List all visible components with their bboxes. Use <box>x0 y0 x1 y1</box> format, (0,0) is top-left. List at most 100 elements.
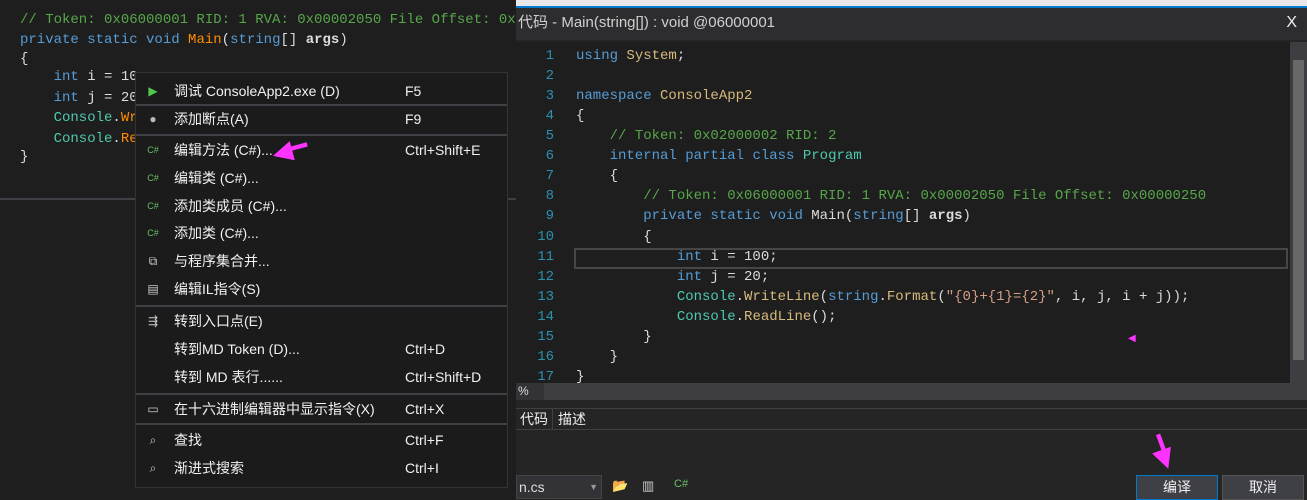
csharp-icon: C# <box>147 228 159 238</box>
menu-separator <box>136 134 507 136</box>
code-token: private <box>20 32 88 48</box>
menu-item-label: 在十六进制编辑器中显示指令(X) <box>174 401 375 417</box>
code-token: int <box>20 90 88 106</box>
code-token: } <box>576 368 585 383</box>
code-token: ) <box>962 208 971 225</box>
zoom-select[interactable]: % <box>516 383 544 400</box>
menu-item[interactable]: ⌕ 查找 Ctrl+F <box>136 427 507 453</box>
code-token: i = 100; <box>710 248 778 265</box>
code-token: string <box>853 208 904 225</box>
menu-item[interactable]: ⇶ 转到入口点(E) <box>136 308 507 334</box>
menu-item-label: 编辑类 (C#)... <box>174 170 259 186</box>
line-number: 2 <box>545 68 554 85</box>
menu-item[interactable]: ▭ 在十六进制编辑器中显示指令(X) Ctrl+X <box>136 396 507 422</box>
menu-item-label: 添加类 (C#)... <box>174 225 259 241</box>
line-number: 17 <box>537 368 554 383</box>
code-token: static <box>710 208 770 225</box>
tab-description[interactable]: 描述 <box>554 409 590 429</box>
menu-item[interactable]: ⌕ 渐进式搜索 Ctrl+I <box>136 455 507 481</box>
code-line: int i = 10; <box>20 67 146 87</box>
menu-item-label: 添加类成员 (C#)... <box>174 198 287 214</box>
csharp-icon[interactable]: C# <box>674 478 688 490</box>
code-token: void <box>769 208 812 225</box>
line-number: 6 <box>545 148 554 165</box>
code-token: string <box>230 32 281 48</box>
code-token: , i, j, i + j)); <box>1054 288 1190 305</box>
menu-item-shortcut: Ctrl+Shift+D <box>405 369 482 385</box>
code-line: int j = 20; <box>20 88 146 108</box>
code-token: // Token: 0x06000001 RID: 1 RVA: 0x00002… <box>576 188 1207 205</box>
menu-item-label: 与程序集合并... <box>174 253 270 269</box>
tab-code[interactable]: 代码 <box>516 409 553 429</box>
scrollbar-thumb[interactable] <box>1293 60 1304 360</box>
code-line: // Token: 0x06000001 RID: 1 RVA: 0x00002… <box>20 10 583 30</box>
menu-item-label: 添加断点(A) <box>174 111 249 127</box>
menu-item-label: 编辑方法 (C#)... <box>174 142 273 158</box>
code-token: [] <box>903 208 929 225</box>
code-token: . <box>735 288 745 305</box>
menu-item[interactable]: 转到MD Token (D)... Ctrl+D <box>136 336 507 362</box>
close-button[interactable]: X <box>1286 8 1297 38</box>
menu-item[interactable]: C# 添加类 (C#)... <box>136 220 507 246</box>
menu-item[interactable]: ⧉ 与程序集合并... <box>136 248 507 274</box>
code-token: internal <box>576 148 686 165</box>
hex-editor-icon: ▭ <box>147 402 159 416</box>
code-editor[interactable]: 1 using System; 2 3 namespace ConsoleApp2 4 {5… <box>516 42 1290 383</box>
code-token: ; <box>676 48 686 64</box>
line-number: 7 <box>545 168 554 185</box>
line-number: 12 <box>537 268 554 285</box>
menu-item[interactable]: ▶ 调试 ConsoleApp2.exe (D) F5 <box>136 78 507 104</box>
code-token: "{0}+{1}={2}" <box>945 288 1055 305</box>
csharp-icon: C# <box>147 145 159 155</box>
code-token: . <box>112 131 121 147</box>
code-token: ( <box>937 288 946 305</box>
menu-item[interactable]: C# 编辑方法 (C#)... Ctrl+Shift+E <box>136 137 507 163</box>
code-token: static <box>87 32 147 48</box>
search-icon: ⌕ <box>149 433 157 447</box>
line-number: 4 <box>545 108 554 125</box>
code-token: j = 20; <box>710 268 770 285</box>
menu-separator <box>136 423 507 425</box>
code-token: . <box>735 308 745 325</box>
menu-item[interactable]: ● 添加断点(A) F9 <box>136 106 507 132</box>
menu-item[interactable]: ▤ 编辑IL指令(S) <box>136 276 507 302</box>
menu-item[interactable]: C# 编辑类 (C#)... <box>136 165 507 191</box>
code-token: void <box>146 32 189 48</box>
code-text: private static void Main(string[] args) <box>576 206 971 226</box>
annotation-arrow-icon: ◀ <box>1128 333 1136 344</box>
compile-button[interactable]: 编译 <box>1136 475 1218 500</box>
code-text: using System; <box>576 46 685 66</box>
line-number: 15 <box>537 328 554 345</box>
line-number: 3 <box>545 88 554 105</box>
menu-item-shortcut: Ctrl+Shift+E <box>405 142 481 158</box>
code-text: { <box>576 166 618 186</box>
code-token: ConsoleApp2 <box>660 88 753 105</box>
code-token: using <box>576 48 627 64</box>
code-token: partial <box>685 148 753 165</box>
code-token: int <box>20 69 88 85</box>
code-text: { <box>576 106 584 126</box>
code-text: int j = 20; <box>576 267 769 287</box>
code-token: Console <box>20 110 113 126</box>
line-number: 13 <box>537 288 554 305</box>
dialog-title-bar: 代码 - Main(string[]) : void @06000001 X <box>516 8 1307 40</box>
breakpoint-icon: ● <box>149 112 157 126</box>
open-folder-icon[interactable]: 📂 <box>612 478 628 494</box>
dialog-title: 代码 - Main(string[]) : void @06000001 <box>518 14 775 31</box>
cancel-button[interactable]: 取消 <box>1222 475 1304 500</box>
csharp-icon: C# <box>147 201 159 211</box>
menu-item[interactable]: C# 添加类成员 (C#)... <box>136 193 507 219</box>
code-token: private <box>576 208 711 225</box>
horizontal-scrollbar[interactable]: % <box>516 383 1307 400</box>
menu-item[interactable]: 转到 MD 表行...... Ctrl+Shift+D <box>136 364 507 390</box>
assembly-references-icon[interactable]: ▥ <box>642 478 654 494</box>
edit-code-dialog: 代码 - Main(string[]) : void @06000001 X 1… <box>516 8 1307 500</box>
line-number: 5 <box>545 128 554 145</box>
code-token: ( <box>819 288 829 305</box>
code-token: ReadLine <box>744 308 812 325</box>
search-icon: ⌕ <box>149 461 157 475</box>
file-select[interactable]: n.cs ▼ <box>516 475 602 499</box>
vertical-scrollbar[interactable] <box>1290 42 1307 383</box>
code-token: ) <box>339 32 348 48</box>
code-token: Format <box>886 288 938 305</box>
